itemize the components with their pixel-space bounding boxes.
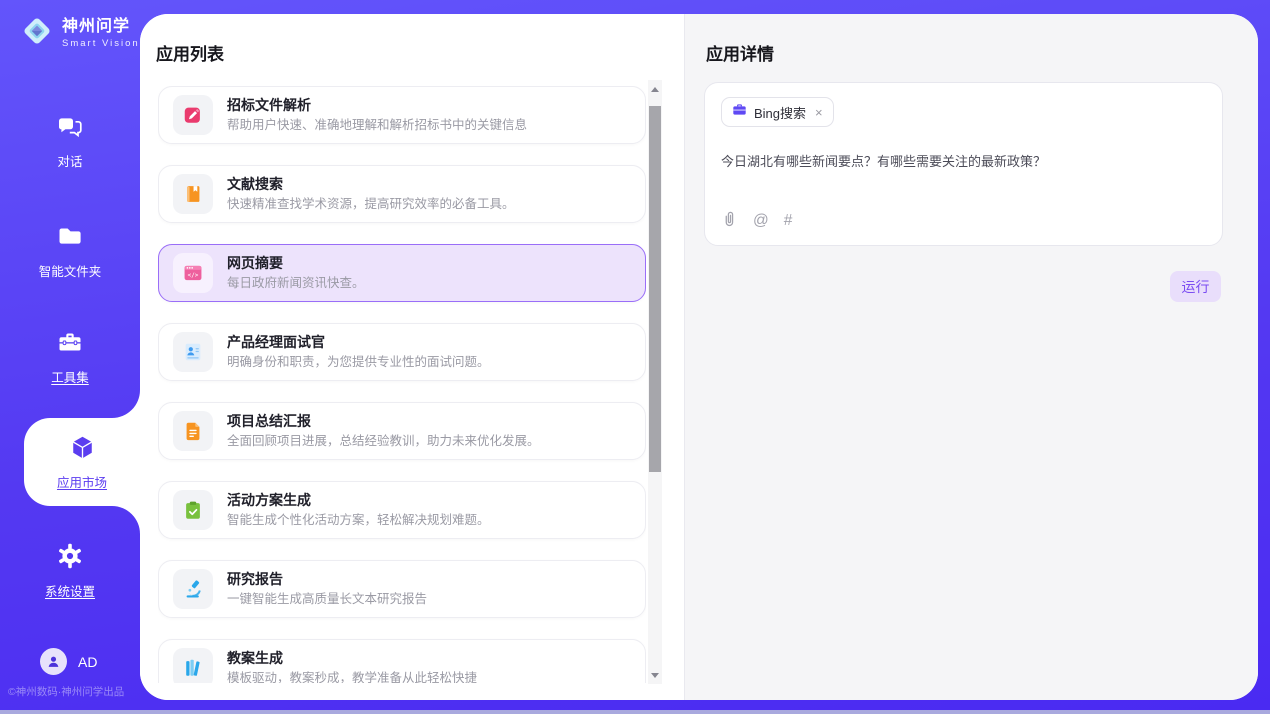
app-list-title: 应用列表 [156, 40, 224, 65]
app-card-activity-plan[interactable]: 活动方案生成 智能生成个性化活动方案，轻松解决规划难题。 [158, 481, 646, 539]
active-tab-top-fillet [112, 390, 140, 418]
brand-name: 神州问学 [62, 18, 140, 36]
app-card-title: 产品经理面试官 [227, 334, 490, 352]
app-card-desc: 全面回顾项目进展，总结经验教训，助力未来优化发展。 [227, 433, 540, 449]
copyright-footer: ©神州数码·神州问学出品 [8, 684, 140, 699]
project-summary-icon [173, 411, 213, 451]
app-card-desc: 快速精准查找学术资源，提高研究效率的必备工具。 [227, 196, 515, 212]
app-card-desc: 模板驱动，教案秒成，教学准备从此轻松快捷 [227, 670, 477, 683]
brand-gem-icon [18, 12, 56, 55]
briefcase-icon [732, 102, 747, 122]
tool-tag-bing-search[interactable]: Bing搜索 × [721, 97, 834, 127]
app-card-literature-search[interactable]: 文献搜索 快速精准查找学术资源，提高研究效率的必备工具。 [158, 165, 646, 223]
paperclip-icon[interactable] [721, 209, 738, 233]
sidebar-item-label: 工具集 [51, 367, 89, 386]
app-card-desc: 一键智能生成高质量长文本研究报告 [227, 591, 427, 607]
app-card-web-summary[interactable]: </> 网页摘要 每日政府新闻资讯快查。 [158, 244, 646, 302]
app-card-desc: 每日政府新闻资讯快查。 [227, 275, 365, 291]
active-tab-bottom-fillet [112, 506, 140, 534]
app-card-title: 教案生成 [227, 650, 477, 668]
app-card-research-report[interactable]: 研究报告 一键智能生成高质量长文本研究报告 [158, 560, 646, 618]
scrollbar-thumb[interactable] [649, 106, 661, 472]
svg-text:</>: </> [188, 272, 199, 279]
folder-icon [56, 222, 84, 255]
toolbox-icon [56, 328, 84, 361]
sidebar-item-chat[interactable]: 对话 [0, 112, 140, 170]
app-card-title: 网页摘要 [227, 255, 365, 273]
sidebar-item-label: 系统设置 [45, 581, 95, 600]
app-card-desc: 智能生成个性化活动方案，轻松解决规划难题。 [227, 512, 490, 528]
prompt-card: Bing搜索 × 今日湖北有哪些新闻要点？有哪些需要关注的最新政策？ @ # [704, 82, 1223, 246]
gear-icon [56, 542, 84, 575]
research-report-icon [173, 569, 213, 609]
literature-search-icon [173, 174, 213, 214]
app-card-title: 项目总结汇报 [227, 413, 540, 431]
activity-plan-icon [173, 490, 213, 530]
scroll-down-icon[interactable] [648, 668, 662, 682]
web-summary-icon: </> [173, 253, 213, 293]
app-card-pm-interviewer[interactable]: 产品经理面试官 明确身份和职责，为您提供专业性的面试问题。 [158, 323, 646, 381]
tool-tag-label: Bing搜索 [754, 103, 806, 122]
app-card-tender-analysis[interactable]: 招标文件解析 帮助用户快速、准确地理解和解析招标书中的关键信息 [158, 86, 646, 144]
app-card-desc: 帮助用户快速、准确地理解和解析招标书中的关键信息 [227, 117, 527, 133]
app-card-title: 活动方案生成 [227, 492, 490, 510]
app-card-title: 研究报告 [227, 571, 427, 589]
chat-icon [56, 112, 84, 145]
app-card-list: 招标文件解析 帮助用户快速、准确地理解和解析招标书中的关键信息 文献搜索 快速精… [158, 86, 646, 683]
sidebar-item-toolset[interactable]: 工具集 [0, 328, 140, 386]
app-card-title: 文献搜索 [227, 176, 515, 194]
app-card-desc: 明确身份和职责，为您提供专业性的面试问题。 [227, 354, 490, 370]
sidebar-item-app-market[interactable]: 应用市场 [24, 418, 140, 506]
app-card-project-summary[interactable]: 项目总结汇报 全面回顾项目进展，总结经验教训，助力未来优化发展。 [158, 402, 646, 460]
user-account[interactable]: AD [40, 648, 97, 675]
lesson-plan-icon [173, 648, 213, 683]
cube-icon [69, 434, 96, 466]
sidebar-item-smart-folder[interactable]: 智能文件夹 [0, 222, 140, 280]
prompt-input[interactable]: 今日湖北有哪些新闻要点？有哪些需要关注的最新政策？ [721, 152, 1206, 172]
bottom-edge [0, 710, 1270, 714]
sidebar-item-label: 对话 [57, 151, 82, 170]
tender-analysis-icon [173, 95, 213, 135]
app-list-pane: 应用列表 招标文件解析 帮助用户快速、准确地理解和解析招标书中的关键信息 [140, 14, 684, 700]
close-icon[interactable]: × [815, 106, 823, 119]
app-card-title: 招标文件解析 [227, 97, 527, 115]
composer-toolbar: @ # [721, 209, 792, 233]
run-button[interactable]: 运行 [1170, 271, 1221, 302]
user-name: AD [78, 654, 97, 670]
sidebar-item-label: 应用市场 [57, 472, 107, 491]
list-scrollbar[interactable] [648, 80, 662, 684]
pm-interviewer-icon [173, 332, 213, 372]
app-detail-title: 应用详情 [706, 40, 774, 65]
mention-icon[interactable]: @ [753, 212, 769, 230]
app-card-lesson-plan[interactable]: 教案生成 模板驱动，教案秒成，教学准备从此轻松快捷 [158, 639, 646, 683]
scroll-up-icon[interactable] [648, 82, 662, 96]
brand-subtitle: Smart Vision [62, 38, 140, 49]
main-panel: 应用列表 招标文件解析 帮助用户快速、准确地理解和解析招标书中的关键信息 [140, 14, 1258, 700]
hash-icon[interactable]: # [784, 212, 793, 230]
sidebar-item-settings[interactable]: 系统设置 [0, 542, 140, 600]
sidebar: 神州问学 Smart Vision 对话 智能文件夹 [0, 0, 140, 714]
sidebar-item-label: 智能文件夹 [39, 261, 102, 280]
brand: 神州问学 Smart Vision [18, 12, 140, 55]
avatar [40, 648, 67, 675]
app-detail-pane: 应用详情 Bing搜索 × 今日湖北有哪些新闻要点？有哪些需要关注的最新政策？ [684, 14, 1258, 700]
